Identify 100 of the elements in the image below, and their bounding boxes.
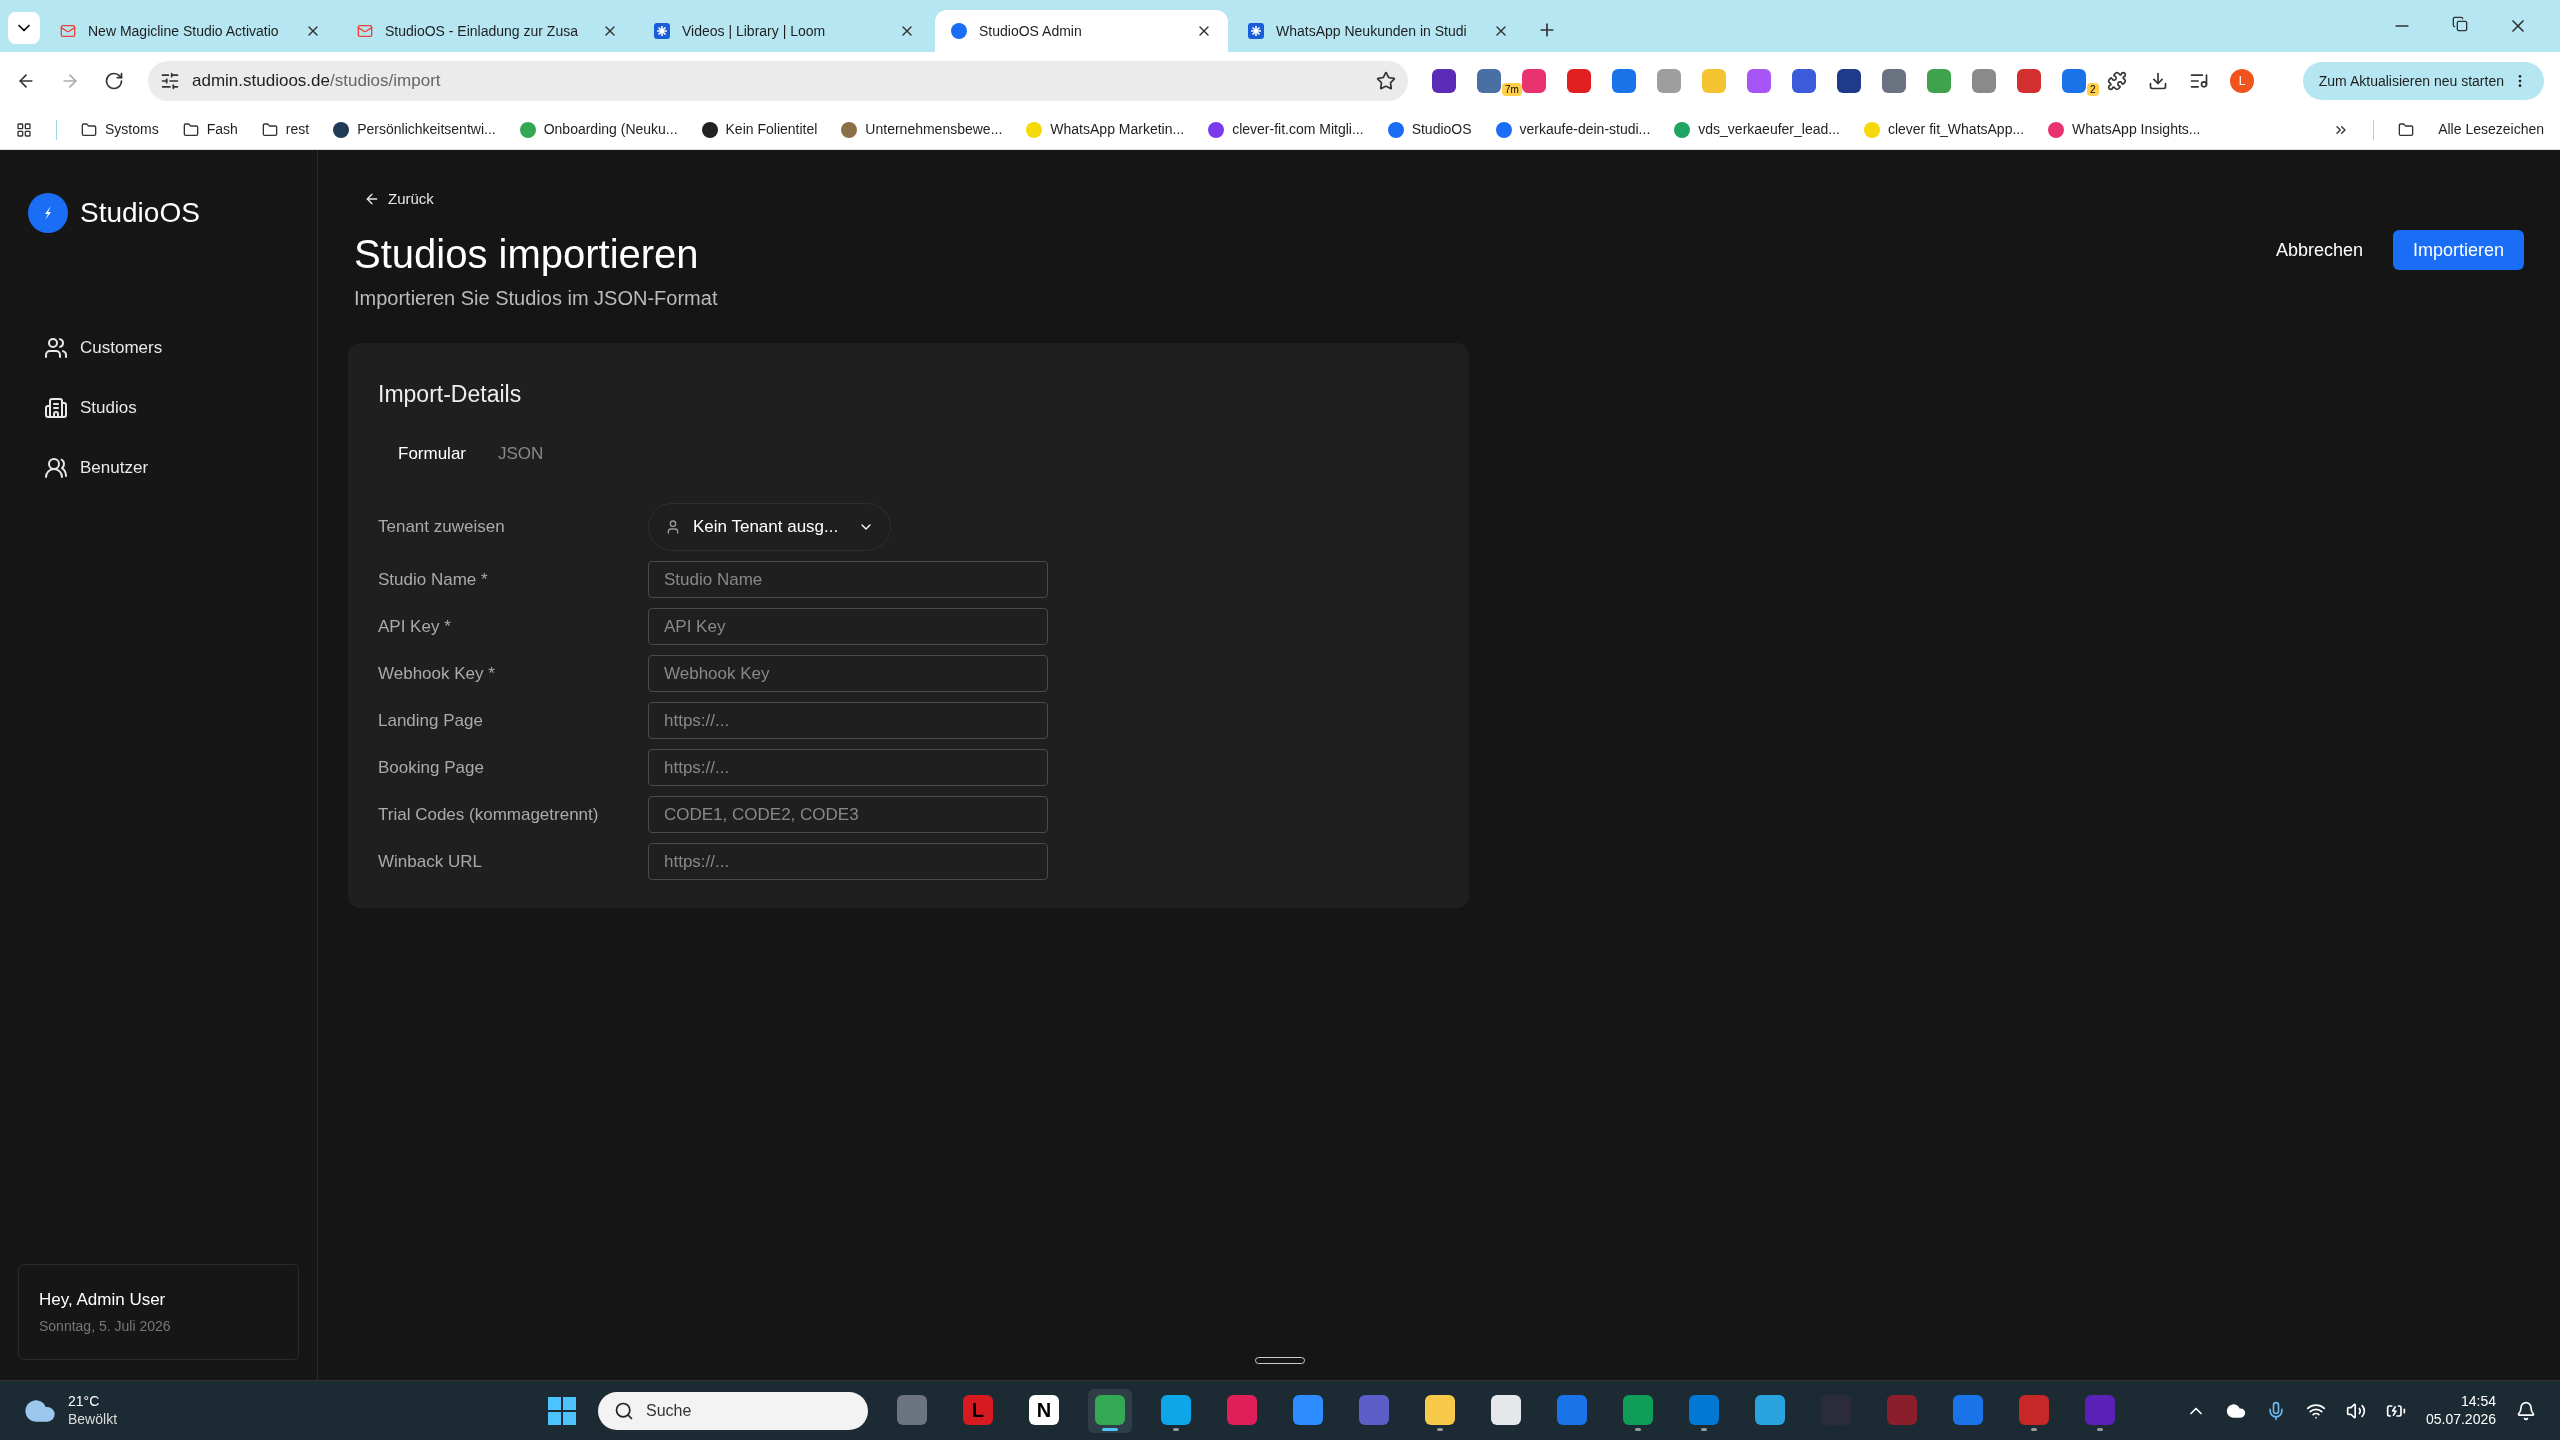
app-icon [1226, 1394, 1257, 1425]
form-tab[interactable]: Formular [386, 437, 478, 471]
page-subtitle: Importieren Sie Studios im JSON-Format [354, 285, 718, 311]
app-icon [1754, 1394, 1785, 1425]
folder-icon [261, 121, 278, 138]
tab-title: StudioOS - Einladung zur Zusa [385, 21, 579, 41]
bookmark-link[interactable]: WhatsApp Marketin... [1050, 119, 1185, 140]
browser-tab[interactable]: StudioOS Admin [935, 10, 1228, 52]
group-icon [44, 456, 68, 480]
app-icon: L [962, 1394, 993, 1425]
browser-tab[interactable]: WhatsApp Neukunden in Studi [1232, 10, 1525, 52]
bookmark-link[interactable]: Kein Folientitel [725, 119, 818, 140]
nav-item[interactable]: Benutzer [44, 450, 289, 486]
windows-start-icon[interactable] [547, 1396, 576, 1425]
mail-icon [357, 23, 373, 39]
bookmark-link[interactable]: rest [285, 119, 310, 140]
app-icon: N [1028, 1394, 1059, 1425]
search-field[interactable]: Suche [597, 1391, 868, 1430]
input-field[interactable]: CODE1, CODE2, CODE3 [648, 796, 1048, 833]
bookmark-link[interactable]: Alle Lesezeichen [2438, 119, 2544, 140]
bookmark-link[interactable]: Systoms [105, 119, 159, 140]
bookmark-link[interactable]: clever-fit.com Mitgli... [1232, 119, 1364, 140]
extension-icon[interactable] [1477, 69, 1501, 93]
field-label: Landing Page [378, 709, 484, 732]
folder-icon [2398, 121, 2415, 138]
cancel-button[interactable]: Abbrechen [2275, 230, 2363, 270]
folder-icon [182, 121, 199, 138]
browser-tab[interactable]: New Magicline Studio Activatio [44, 10, 337, 52]
extension-icon[interactable] [2017, 69, 2041, 93]
app-icon [1622, 1394, 1653, 1425]
bookmark-link[interactable]: StudioOS [1411, 119, 1472, 140]
weather-condition: Bewölkt [68, 1410, 118, 1428]
url-text: admin.studioos.de/studios/import [192, 70, 442, 93]
bookmark-link[interactable]: Unternehmensbewe... [865, 119, 1003, 140]
volume-icon[interactable] [2345, 1400, 2366, 1421]
tab-list-button[interactable] [8, 12, 40, 44]
app-icon [1490, 1394, 1521, 1425]
date-text: Sonntag, 5. Juli 2026 [39, 1317, 172, 1336]
nav-item[interactable]: Studios [44, 390, 289, 426]
field-label: Webhook Key * [378, 662, 496, 685]
bookmark-link[interactable]: verkaufe-dein-studi... [1519, 119, 1651, 140]
address-bar[interactable]: admin.studioos.de/studios/import [148, 61, 1408, 101]
back-link[interactable]: Zurück [364, 188, 718, 211]
extension-badge: 7m [1502, 83, 1522, 96]
media-icon[interactable] [2189, 71, 2209, 91]
taskbar-button[interactable]: N [1021, 1388, 1066, 1433]
puzzle-icon[interactable] [2107, 71, 2127, 91]
taskbar-button[interactable] [1087, 1388, 1132, 1433]
card-title: Import-Details [378, 379, 523, 409]
input-field[interactable]: https://... [648, 702, 1048, 739]
app-icon [1688, 1394, 1719, 1425]
mail-icon [60, 23, 76, 39]
form-tab[interactable]: JSON [486, 437, 556, 471]
notification-icon[interactable] [2516, 1400, 2536, 1421]
bookmark-link[interactable]: Fash [206, 119, 238, 140]
field-label: Studio Name * [378, 568, 489, 591]
browser-tab[interactable]: StudioOS - Einladung zur Zusa [341, 10, 634, 52]
extension-icon[interactable] [1567, 69, 1591, 93]
extension-icon[interactable] [2062, 69, 2086, 93]
users-icon [44, 336, 68, 360]
app-icon [2084, 1394, 2115, 1425]
input-field[interactable]: API Key [648, 608, 1048, 645]
extension-icon[interactable] [1837, 69, 1861, 93]
update-button[interactable]: Zum Aktualisieren neu starten [2302, 62, 2544, 100]
bookmark-link[interactable]: clever fit_WhatsApp... [1887, 119, 2025, 140]
app-icon [1886, 1394, 1917, 1425]
page-title: Studios importieren [354, 230, 700, 278]
download-icon[interactable] [2148, 71, 2168, 91]
extension-icon[interactable] [1612, 69, 1636, 93]
extension-icon[interactable] [1882, 69, 1906, 93]
app-icon [2018, 1394, 2049, 1425]
extension-icon[interactable] [1432, 69, 1456, 93]
site-settings-icon[interactable] [160, 71, 180, 91]
reload-icon[interactable] [104, 71, 124, 91]
bookmark-link[interactable]: vds_verkaeufer_lead... [1698, 119, 1840, 140]
bookmark-link[interactable]: Persönlichkeitsentwi... [357, 119, 496, 140]
bookmark-link[interactable]: Onboarding (Neuku... [543, 119, 678, 140]
input-field[interactable]: Webhook Key [648, 655, 1048, 692]
import-button[interactable]: Importieren [2392, 230, 2524, 270]
app-icon [1358, 1394, 1389, 1425]
browser-tab[interactable]: Videos | Library | Loom [638, 10, 931, 52]
extension-icon[interactable] [1792, 69, 1816, 93]
profile-avatar[interactable]: L [2230, 69, 2254, 93]
app-icon [1160, 1394, 1191, 1425]
apps-icon[interactable] [16, 121, 32, 138]
greeting: Hey, Admin User [39, 1288, 167, 1311]
bookmark-link[interactable]: WhatsApp Insights... [2072, 119, 2201, 140]
input-field[interactable]: https://... [648, 843, 1048, 880]
field-label: Trial Codes (kommagetrennt) [378, 803, 600, 826]
restore-icon[interactable] [2452, 16, 2468, 32]
taskbar-button[interactable]: L [955, 1388, 1000, 1433]
input-field[interactable]: https://... [648, 749, 1048, 786]
star-icon[interactable] [1376, 71, 1396, 91]
nav-item[interactable]: Customers [44, 330, 289, 366]
field-label: Tenant zuweisen [378, 516, 506, 539]
app-icon [1424, 1394, 1455, 1425]
app-icon [1952, 1394, 1983, 1425]
input-field[interactable]: Studio Name [648, 561, 1048, 598]
snowflake-icon [1248, 23, 1264, 39]
field-label: Winback URL [378, 850, 483, 873]
